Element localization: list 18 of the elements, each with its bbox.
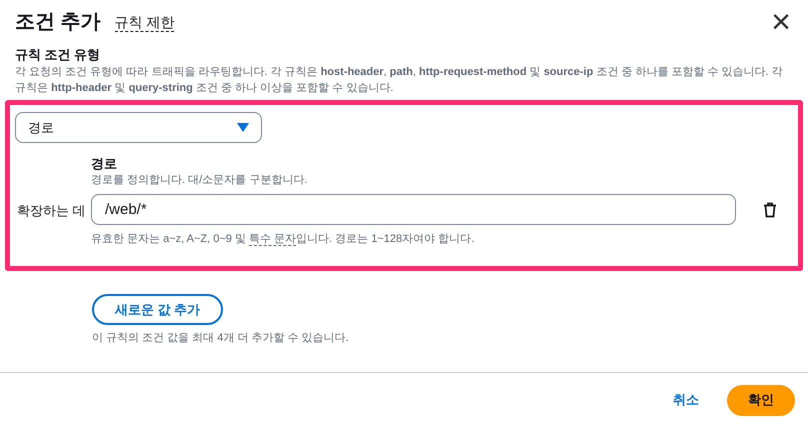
section-label: 규칙 조건 유형 — [15, 46, 102, 64]
row-label: 확장하는 데 — [17, 202, 86, 220]
special-characters-link[interactable]: 특수 문자 — [249, 233, 296, 246]
path-input-field[interactable]: /web/* — [91, 194, 736, 225]
close-button[interactable]: × — [771, 5, 791, 39]
path-description: 경로를 정의합니다. 대/소문자를 구분합니다. — [91, 173, 308, 188]
add-value-note: 이 규칙의 조건 값을 최대 4개 더 추가할 수 있습니다. — [92, 331, 349, 346]
cancel-button[interactable]: 취소 — [661, 384, 711, 416]
dialog-subtitle[interactable]: 규칙 제한 — [114, 12, 174, 32]
section-description: 각 요청의 조건 유형에 따라 트래픽을 라우팅합니다. 각 규칙은 host-header, path, http-request-method 및 source-ip 조건 중 하나를 포함할 수 있습니다. 각 규칙은 http-header 및 query-string 조건 중 하나 이상을 포함할 수 있습니다. — [15, 65, 784, 96]
condition-type-select[interactable]: 경로 — [15, 112, 262, 143]
dropdown-caret-icon — [237, 123, 249, 132]
dialog-title: 조건 추가 — [15, 10, 101, 35]
path-help-text: 유효한 문자는 a~z, A~Z, 0~9 및 특수 문자입니다. 경로는 1~128자여야 합니다. — [91, 232, 476, 248]
add-new-value-button[interactable]: 새로운 값 추가 — [92, 294, 224, 325]
path-label: 경로 — [91, 155, 118, 173]
trash-icon[interactable] — [763, 202, 777, 218]
confirm-button[interactable]: 확인 — [727, 384, 795, 416]
